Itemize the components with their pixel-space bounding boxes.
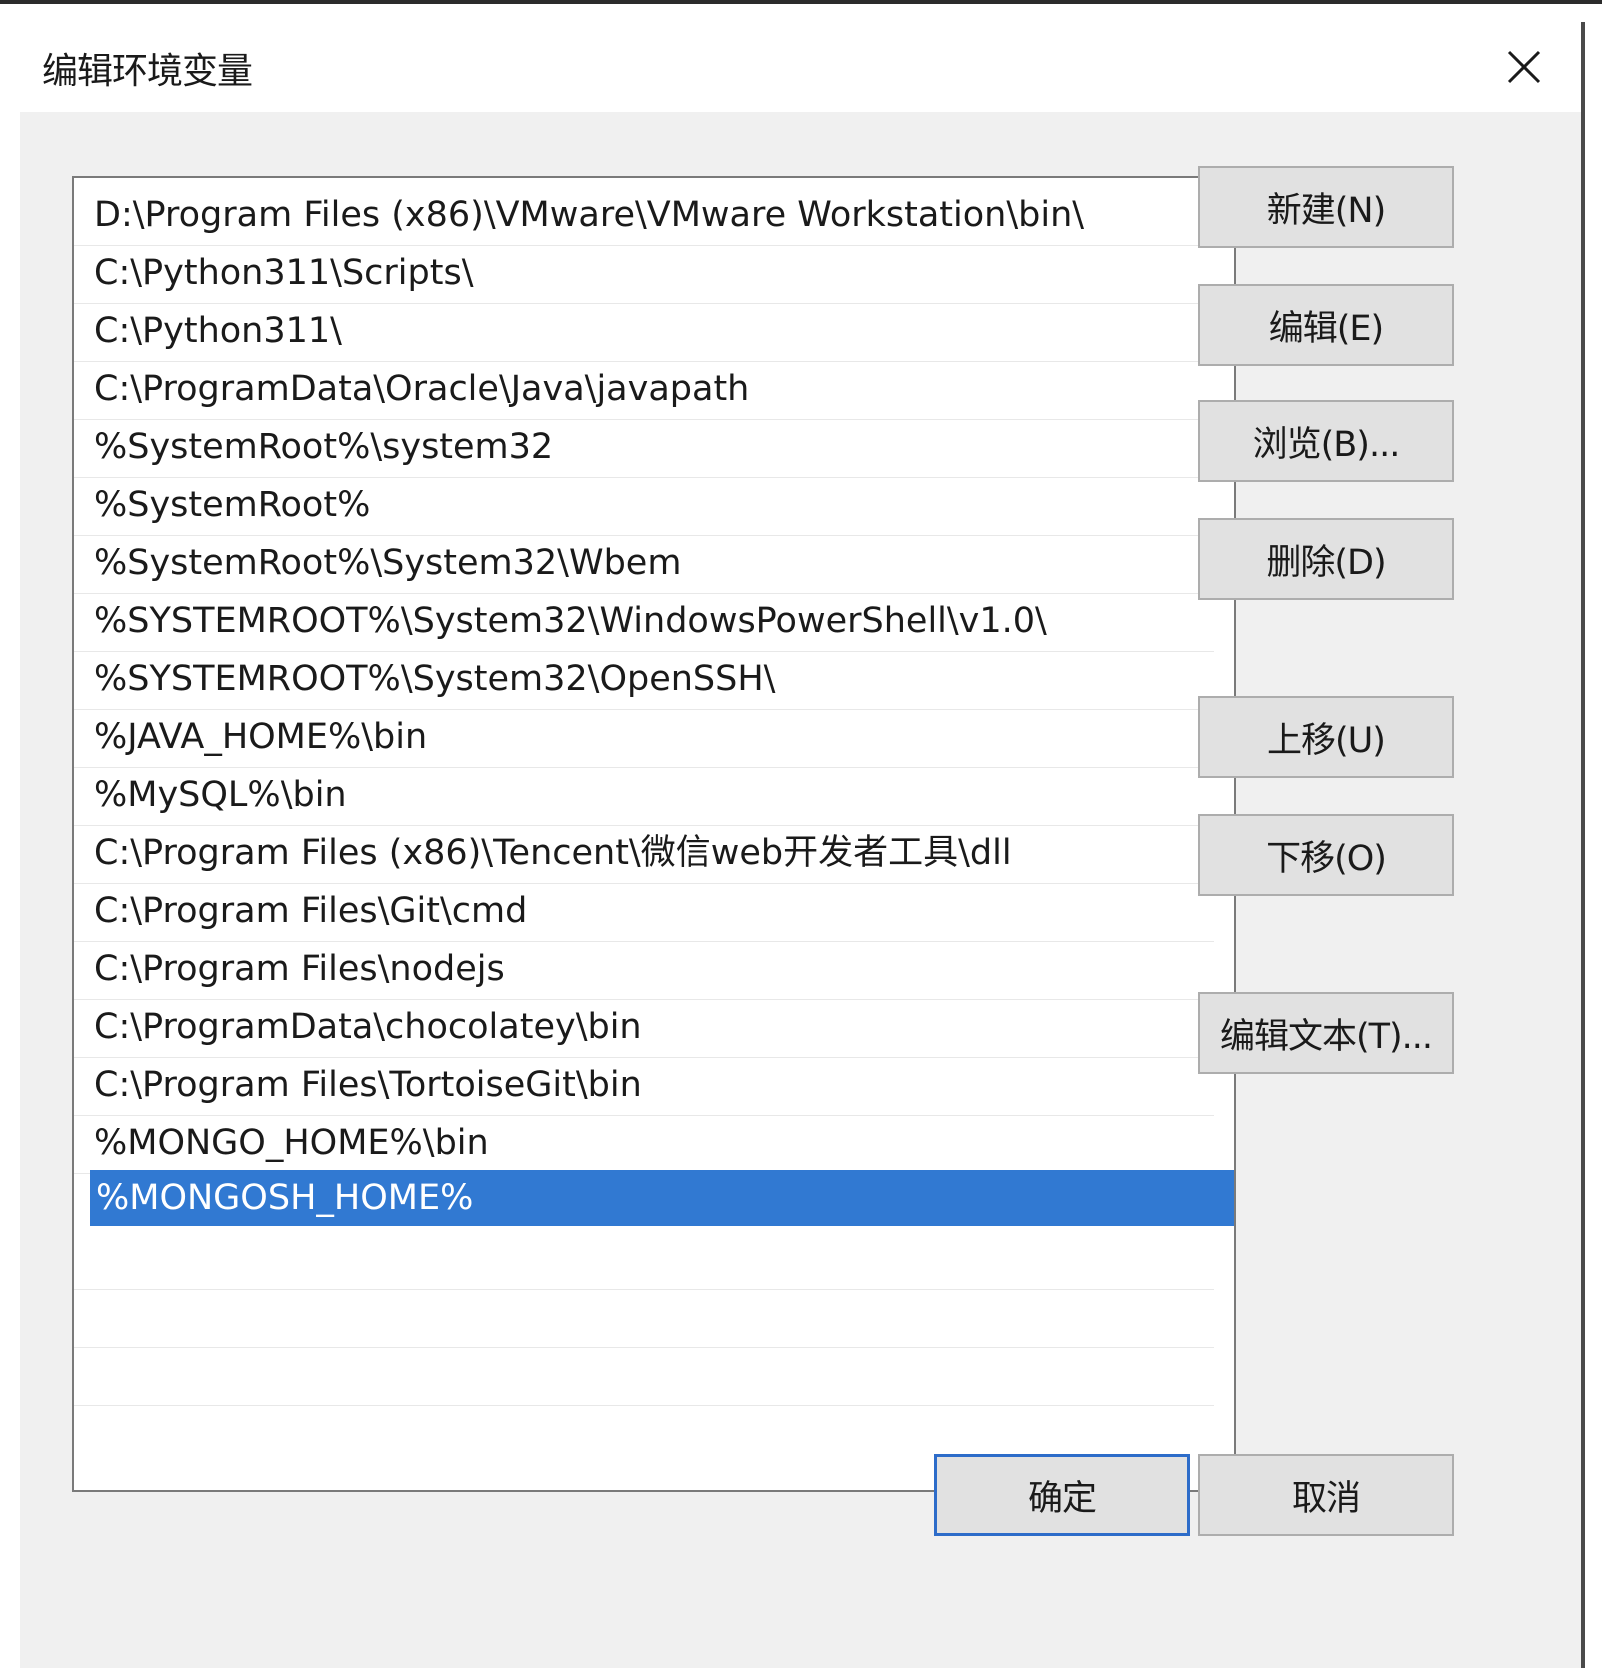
delete-button[interactable]: 删除(D) xyxy=(1198,518,1454,600)
move-up-button[interactable]: 上移(U) xyxy=(1198,696,1454,778)
list-item[interactable]: C:\ProgramData\Oracle\Java\javapath xyxy=(74,358,1214,420)
close-button[interactable] xyxy=(1479,28,1569,106)
list-item[interactable]: C:\Python311\Scripts\ xyxy=(74,242,1214,304)
list-item[interactable]: C:\Program Files (x86)\Tencent\微信web开发者工… xyxy=(74,822,1214,884)
ok-button[interactable]: 确定 xyxy=(934,1454,1190,1536)
list-item[interactable]: %SystemRoot% xyxy=(74,474,1214,536)
list-item[interactable]: %SystemRoot%\system32 xyxy=(74,416,1214,478)
move-down-button[interactable]: 下移(O) xyxy=(1198,814,1454,896)
list-item[interactable]: C:\Program Files\Git\cmd xyxy=(74,880,1214,942)
close-icon xyxy=(1507,50,1541,84)
list-item[interactable]: %MONGO_HOME%\bin xyxy=(74,1112,1214,1174)
list-item[interactable]: C:\Program Files\TortoiseGit\bin xyxy=(74,1054,1214,1116)
list-item[interactable]: %SystemRoot%\System32\Wbem xyxy=(74,532,1214,594)
edit-text-button[interactable]: 编辑文本(T)... xyxy=(1198,992,1454,1074)
dialog-title: 编辑环境变量 xyxy=(42,51,253,92)
list-item[interactable]: D:\Program Files (x86)\VMware\VMware Wor… xyxy=(74,184,1214,246)
empty-list-row[interactable] xyxy=(74,1286,1214,1348)
list-item[interactable]: %SYSTEMROOT%\System32\WindowsPowerShell\… xyxy=(74,590,1214,652)
title-bar: 编辑环境变量 xyxy=(20,22,1581,112)
list-item[interactable]: C:\Python311\ xyxy=(74,300,1214,362)
window-top-edge xyxy=(0,0,1602,4)
list-item[interactable]: %MySQL%\bin xyxy=(74,764,1214,826)
browse-button[interactable]: 浏览(B)... xyxy=(1198,400,1454,482)
path-list[interactable]: D:\Program Files (x86)\VMware\VMware Wor… xyxy=(72,176,1236,1492)
empty-list-row[interactable] xyxy=(74,1344,1214,1406)
cancel-button[interactable]: 取消 xyxy=(1198,1454,1454,1536)
list-item[interactable]: %JAVA_HOME%\bin xyxy=(74,706,1214,768)
edit-environment-variable-dialog: 编辑环境变量 D:\Program Files (x86)\VMware\VMw… xyxy=(20,22,1585,1668)
edit-button[interactable]: 编辑(E) xyxy=(1198,284,1454,366)
new-button[interactable]: 新建(N) xyxy=(1198,166,1454,248)
empty-list-row[interactable] xyxy=(74,1228,1214,1290)
list-item-selected[interactable]: %MONGOSH_HOME% xyxy=(90,1170,1234,1226)
list-item[interactable]: %SYSTEMROOT%\System32\OpenSSH\ xyxy=(74,648,1214,710)
list-item[interactable]: C:\Program Files\nodejs xyxy=(74,938,1214,1000)
list-item[interactable]: C:\ProgramData\chocolatey\bin xyxy=(74,996,1214,1058)
